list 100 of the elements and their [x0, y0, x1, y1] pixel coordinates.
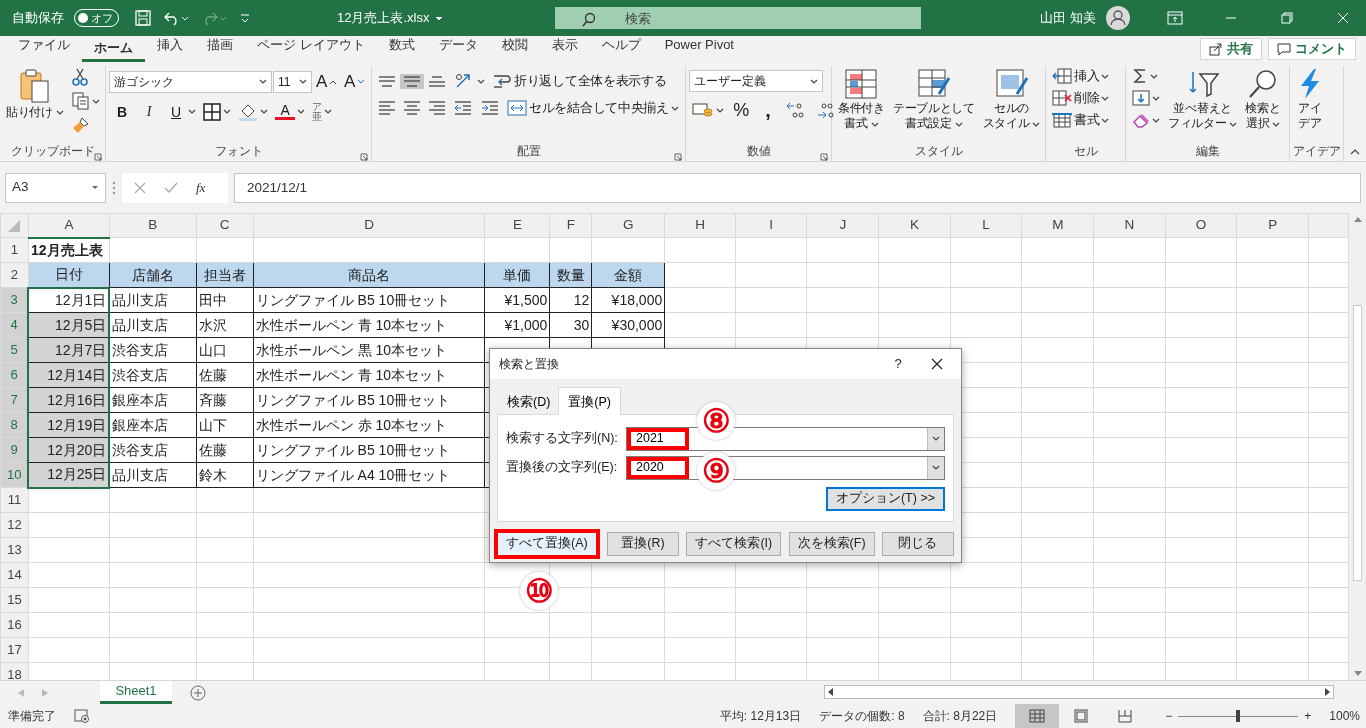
row-header[interactable]: 9	[0, 437, 29, 463]
dropdown-field[interactable]: ユーザー定義	[689, 70, 823, 92]
find-select-button[interactable]: 検索と 選択	[1242, 66, 1284, 133]
table-cell: 12月16日	[28, 387, 110, 413]
help-button[interactable]: ?	[883, 354, 913, 374]
column-header[interactable]: C	[196, 213, 254, 238]
row-header[interactable]: 4	[0, 312, 29, 338]
insert-button[interactable]: 挿入	[1049, 66, 1113, 86]
scrollbar[interactable]	[824, 685, 1334, 699]
underline-button[interactable]: U	[163, 101, 199, 122]
row-header[interactable]: 7	[0, 387, 29, 413]
column-header[interactable]: M	[1021, 213, 1094, 238]
cell-styles-button[interactable]: セルの スタイル	[979, 66, 1044, 133]
row-header[interactable]: 6	[0, 362, 29, 388]
search-field[interactable]: 検索	[555, 7, 921, 29]
share-button[interactable]: 共有	[1200, 38, 1262, 60]
dropdown-field[interactable]: 11	[272, 70, 312, 93]
dialog-button[interactable]: すべて置換(A)	[494, 528, 600, 559]
row-header[interactable]: 16	[0, 612, 29, 638]
italic-button[interactable]: I	[136, 101, 162, 122]
merge-center-button[interactable]: セルを結合して中央揃え	[504, 98, 682, 118]
menu-tab[interactable]: 校閲	[489, 34, 540, 62]
column-header[interactable]: P	[1236, 213, 1309, 238]
delete-button[interactable]: 削除	[1049, 88, 1113, 108]
row-header[interactable]: 14	[0, 562, 29, 588]
menu-tab[interactable]: ファイル	[6, 34, 82, 62]
row-header[interactable]: 17	[0, 637, 29, 663]
column-header[interactable]: E	[485, 213, 550, 238]
scissors-icon	[71, 68, 88, 86]
options-button[interactable]: オプション(T) >>	[825, 486, 945, 511]
row-header[interactable]: 5	[0, 337, 29, 363]
text-input[interactable]: 2020	[627, 456, 689, 479]
percent-button[interactable]: %	[728, 98, 754, 123]
dialog-tab[interactable]: 置換(P)	[558, 387, 622, 415]
comma-style-button[interactable]: ,	[755, 100, 781, 121]
slider-thumb[interactable]	[1236, 710, 1241, 722]
conditional-formatting-button[interactable]: 条件付き 書式	[835, 66, 888, 133]
dialog-button[interactable]: 閉じる	[881, 531, 954, 556]
column-header[interactable]: F	[549, 213, 592, 238]
row-header[interactable]: 2	[0, 262, 29, 288]
menu-tab[interactable]: 数式	[376, 34, 427, 62]
dropdown-field[interactable]: 游ゴシック	[109, 70, 272, 93]
wrap-text-button[interactable]: 折り返して全体を表示する	[489, 70, 670, 92]
menu-tab[interactable]: 表示	[539, 34, 590, 62]
column-header[interactable]: J	[807, 213, 879, 238]
ideas-button[interactable]: アイ デア	[1293, 66, 1327, 133]
add-sheet-icon	[190, 684, 206, 701]
fill-down-icon	[1132, 90, 1150, 106]
align-middle-button[interactable]	[400, 73, 424, 89]
column-header[interactable]: B	[109, 213, 197, 238]
row-header[interactable]: 15	[0, 587, 29, 613]
row-header[interactable]: 1	[0, 237, 29, 263]
phonetic-button[interactable]: ア 亜	[309, 99, 335, 124]
format-button[interactable]: 書式	[1049, 110, 1113, 130]
column-header[interactable]: I	[735, 213, 807, 238]
font-color-button[interactable]: A	[272, 101, 308, 123]
row-header[interactable]: 10	[0, 462, 29, 488]
menu-tab[interactable]: Power Pivot	[652, 34, 746, 62]
sort-filter-button[interactable]: 並べ替えと フィルター	[1165, 66, 1241, 133]
dialog-tab[interactable]: 検索(D)	[499, 389, 559, 415]
column-header[interactable]: A	[28, 213, 110, 238]
column-header[interactable]: G	[591, 213, 665, 238]
format-cells-icon	[1052, 112, 1072, 128]
row-header[interactable]: 12	[0, 512, 29, 538]
menu-tab[interactable]: ヘルプ	[589, 34, 653, 62]
menu-tab[interactable]: 挿入	[145, 34, 195, 62]
insert-function-button[interactable]: fx	[196, 177, 206, 198]
menu-tab[interactable]: ページ レイアウト	[245, 34, 377, 62]
bold-button[interactable]: B	[109, 101, 135, 122]
column-header[interactable]: L	[950, 213, 1022, 238]
table-cell: 品川支店	[109, 287, 197, 313]
column-header[interactable]: N	[1093, 213, 1166, 238]
sheet-tab[interactable]: Sheet1	[100, 681, 172, 704]
autosave-label: 自動保存	[12, 9, 64, 28]
zoom-in-button[interactable]: +	[1304, 707, 1312, 725]
column-heading: 日付	[28, 262, 110, 288]
row-header[interactable]: 8	[0, 412, 29, 438]
paste-button[interactable]: 貼り付け	[3, 66, 67, 122]
dialog-button[interactable]: 次を検索(F)	[788, 531, 875, 556]
row-header[interactable]: 11	[0, 487, 29, 513]
normal-view-button[interactable]	[1015, 704, 1060, 728]
zoom-out-button[interactable]: −	[1165, 707, 1173, 725]
shrink-font-button[interactable]: A	[340, 70, 368, 94]
comment-button[interactable]: コメント	[1268, 38, 1356, 60]
text-input[interactable]: 2021	[627, 427, 689, 450]
column-header[interactable]: D	[253, 213, 485, 238]
menu-tab[interactable]: 描画	[195, 34, 245, 62]
dialog-button[interactable]: 置換(R)	[607, 531, 680, 556]
format-as-table-button[interactable]: テーブルとして 書式設定	[889, 66, 978, 133]
menu-tab[interactable]: データ	[426, 34, 490, 62]
dialog-button[interactable]: すべて検索(I)	[686, 531, 782, 556]
row-header[interactable]: 3	[0, 287, 29, 313]
column-header[interactable]: K	[878, 213, 951, 238]
row-header[interactable]: 13	[0, 537, 29, 563]
column-header[interactable]: H	[664, 213, 736, 238]
column-header[interactable]: O	[1165, 213, 1237, 238]
formula-field[interactable]: 2021/12/1	[234, 172, 1361, 203]
grow-font-button[interactable]: A	[312, 70, 340, 94]
name-box[interactable]: A3	[5, 172, 106, 203]
scrollbar[interactable]	[1349, 213, 1366, 680]
